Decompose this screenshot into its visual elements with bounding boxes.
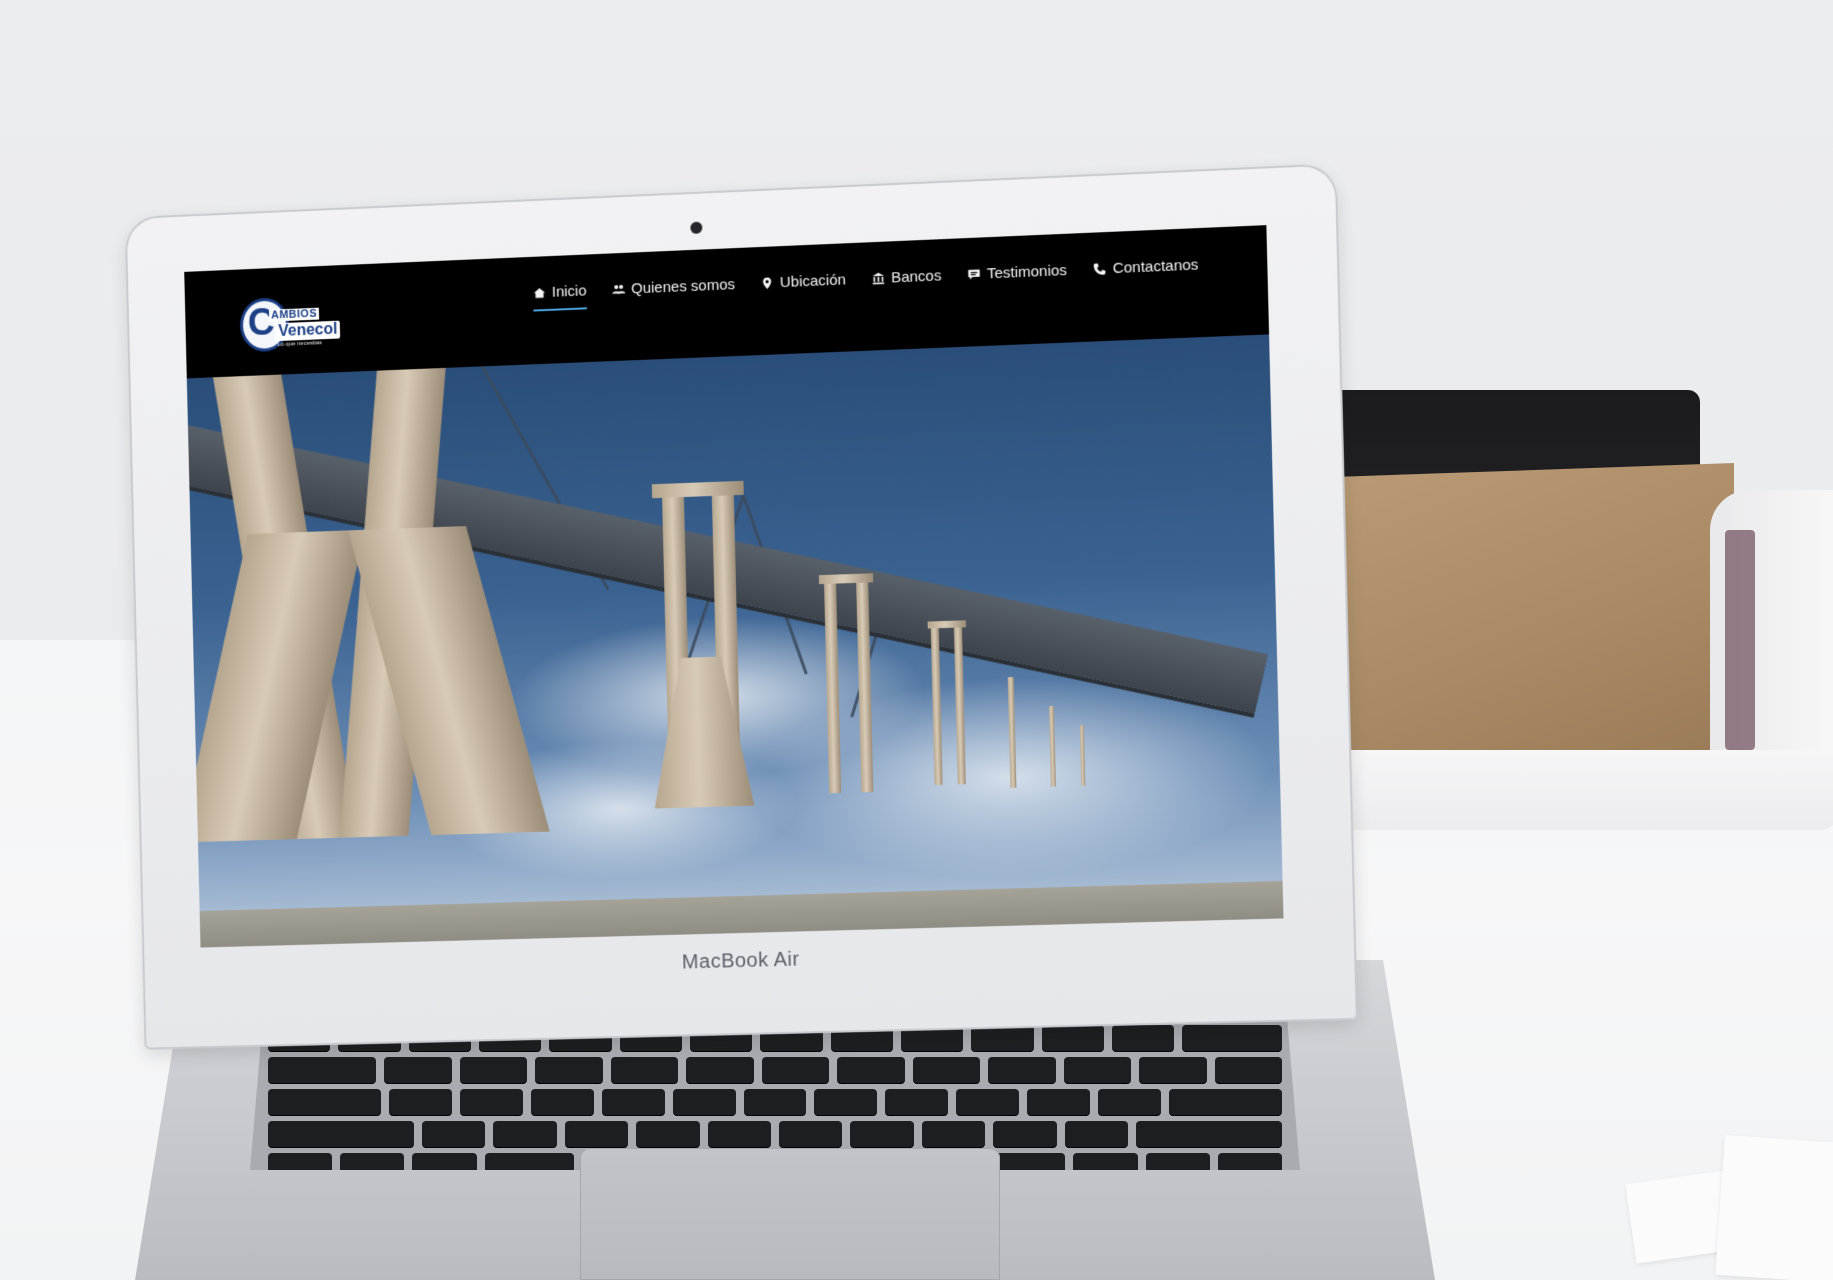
bridge-pylon-cap <box>819 573 873 584</box>
nav-item-label: Inicio <box>552 282 587 300</box>
nav-item-label: Bancos <box>891 267 942 286</box>
nav-item-testimonios[interactable]: Testimonios <box>967 262 1067 293</box>
nav-item-label: Contactanos <box>1112 256 1198 277</box>
nav-item-label: Ubicación <box>780 271 846 291</box>
laptop: MacBook Air C AMBIOS Venecol Lo que nece… <box>0 0 1833 1280</box>
nav-item-quienes-somos[interactable]: Quienes somos <box>612 276 735 308</box>
laptop-lid: MacBook Air C AMBIOS Venecol Lo que nece… <box>125 163 1358 1049</box>
phone-icon <box>1093 262 1107 276</box>
site-logo[interactable]: C AMBIOS Venecol Lo que necesitas <box>239 287 334 360</box>
chat-icon <box>967 268 980 282</box>
map-pin-icon <box>761 276 774 290</box>
nav-item-label: Quienes somos <box>631 276 735 297</box>
users-icon <box>612 283 625 296</box>
hero-image <box>187 334 1284 947</box>
bridge-pylon-cap <box>928 620 966 628</box>
scene: MacBook Air C AMBIOS Venecol Lo que nece… <box>0 0 1833 1280</box>
nav-item-contactanos[interactable]: Contactanos <box>1093 256 1199 288</box>
main-nav: Inicio Quienes somos Ubicación Bancos Te… <box>533 256 1199 311</box>
laptop-screen: C AMBIOS Venecol Lo que necesitas Inicio… <box>184 225 1283 947</box>
waterline <box>200 881 1284 948</box>
nav-item-bancos[interactable]: Bancos <box>872 267 942 297</box>
home-icon <box>533 286 546 299</box>
webcam <box>690 222 702 235</box>
bank-icon <box>872 272 885 286</box>
logo-tagline: Lo que necesitas <box>278 340 322 348</box>
trackpad <box>580 1148 1000 1280</box>
nav-item-inicio[interactable]: Inicio <box>533 282 587 311</box>
nav-item-ubicacion[interactable]: Ubicación <box>761 271 847 302</box>
logo-word-1: AMBIOS <box>269 308 319 322</box>
nav-item-label: Testimonios <box>987 262 1068 282</box>
logo-word-2: Venecol <box>275 321 340 342</box>
